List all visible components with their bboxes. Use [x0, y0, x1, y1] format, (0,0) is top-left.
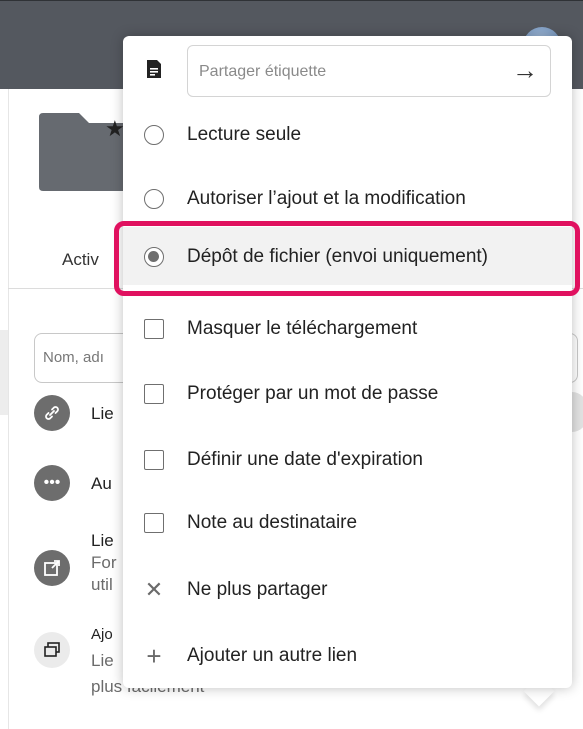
share-row-title: Ajo	[91, 626, 113, 643]
external-link-icon	[34, 550, 70, 586]
sidebar-edge	[0, 330, 8, 415]
share-options-menu: Partager étiquette → Lecture seule Autor…	[123, 36, 572, 688]
checkbox-hide-download[interactable]	[144, 319, 164, 339]
option-note[interactable]: Note au destinataire	[123, 493, 572, 553]
share-row-sub: util	[91, 575, 113, 594]
arrow-right-icon[interactable]: →	[512, 57, 538, 83]
checkbox-password[interactable]	[144, 384, 164, 404]
close-icon: ✕	[144, 577, 164, 602]
option-unshare[interactable]: ✕ Ne plus partager	[123, 560, 572, 620]
share-label-input[interactable]: Partager étiquette →	[187, 45, 551, 97]
option-expiration[interactable]: Définir une date d'expiration	[123, 430, 572, 490]
option-password[interactable]: Protéger par un mot de passe	[123, 364, 572, 424]
option-label: Ajouter un autre lien	[187, 645, 358, 666]
more-icon: •••	[34, 465, 70, 501]
share-row-label: Au	[91, 474, 112, 493]
checkbox-expiration[interactable]	[144, 450, 164, 470]
share-label-placeholder: Partager étiquette	[199, 63, 327, 80]
menu-item-label: Partager étiquette →	[123, 39, 572, 99]
option-label: Protéger par un mot de passe	[187, 383, 439, 404]
windows-icon	[34, 632, 70, 668]
option-label: Note au destinataire	[187, 512, 358, 533]
plus-icon: +	[146, 641, 162, 671]
option-label: Définir une date d'expiration	[187, 449, 423, 470]
share-search-placeholder: Nom, adı	[43, 349, 104, 366]
share-row-sub: Lie	[91, 651, 114, 670]
radio-read-only[interactable]	[144, 125, 164, 145]
radio-allow-edit[interactable]	[144, 189, 164, 209]
share-row-title: Lie	[91, 531, 114, 550]
favorite-star-icon[interactable]: ★	[105, 118, 125, 140]
share-row-label: Lie	[91, 404, 114, 423]
option-read-only[interactable]: Lecture seule	[123, 105, 572, 165]
option-hide-download[interactable]: Masquer le téléchargement	[123, 299, 572, 359]
highlight-annotation	[114, 221, 580, 296]
option-label: Autoriser l’ajout et la modification	[187, 188, 466, 209]
tab-activity[interactable]: Activ	[62, 250, 99, 270]
option-label: Ne plus partager	[187, 579, 328, 600]
option-allow-edit[interactable]: Autoriser l’ajout et la modification	[123, 169, 572, 229]
document-icon	[143, 58, 165, 80]
option-label: Lecture seule	[187, 124, 302, 145]
checkbox-note[interactable]	[144, 513, 164, 533]
option-add-link[interactable]: + Ajouter un autre lien	[123, 626, 572, 686]
option-label: Masquer le téléchargement	[187, 318, 418, 339]
link-icon	[34, 395, 70, 431]
share-row-sub: For	[91, 553, 117, 572]
